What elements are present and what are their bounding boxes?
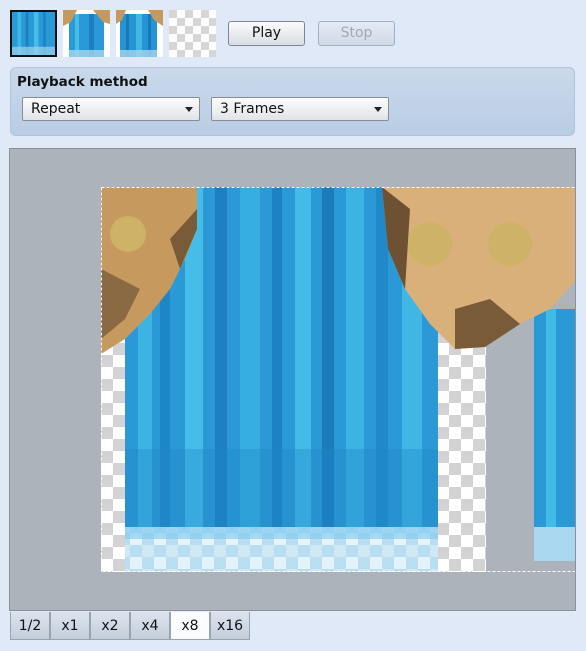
- zoom-tab-half[interactable]: 1/2: [10, 612, 50, 640]
- preview-canvas[interactable]: [9, 148, 576, 611]
- waterfall-frame-2-icon: [63, 10, 110, 57]
- playback-method-value: Repeat: [31, 101, 81, 117]
- playback-method-dropdown[interactable]: Repeat: [22, 97, 200, 121]
- playback-method-panel: Playback method Repeat 3 Frames: [10, 67, 575, 136]
- frame-1-thumbnail[interactable]: [10, 10, 57, 57]
- zoom-tab-x8[interactable]: x8: [170, 612, 210, 640]
- frame-2-thumbnail[interactable]: [63, 10, 110, 57]
- stop-button[interactable]: Stop: [318, 21, 395, 46]
- transparent-frame-icon: [169, 10, 216, 57]
- zoom-tab-x2[interactable]: x2: [90, 612, 130, 640]
- zoom-tab-x4[interactable]: x4: [130, 612, 170, 640]
- play-button[interactable]: Play: [228, 21, 305, 46]
- chevron-down-icon: [185, 107, 193, 112]
- frame-4-thumbnail-empty[interactable]: [169, 10, 216, 57]
- waterfall-frame-1-icon: [12, 12, 55, 55]
- playback-method-title: Playback method: [17, 74, 148, 90]
- waterfall-frame-3-icon: [116, 10, 163, 57]
- waterfall-preview-image: [101, 187, 575, 572]
- zoom-tab-x1[interactable]: x1: [50, 612, 90, 640]
- frame-3-thumbnail[interactable]: [116, 10, 163, 57]
- frame-count-dropdown[interactable]: 3 Frames: [211, 97, 389, 121]
- chevron-down-icon: [374, 107, 382, 112]
- frame-count-value: 3 Frames: [220, 101, 285, 117]
- zoom-tab-x16[interactable]: x16: [210, 612, 250, 640]
